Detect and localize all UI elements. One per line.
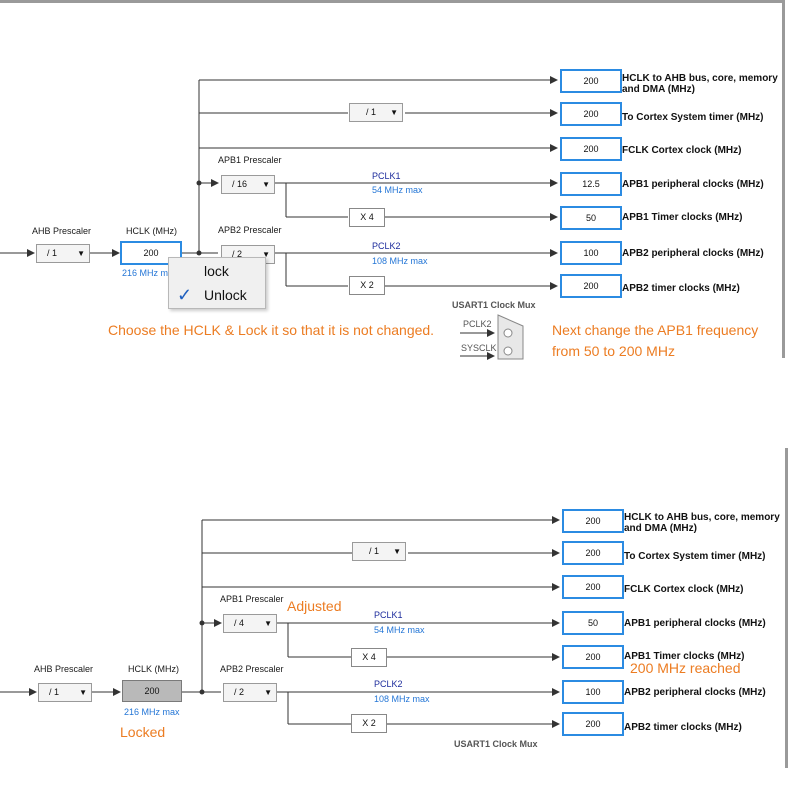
apb1-peripheral-output-label: APB1 peripheral clocks (MHz) xyxy=(622,179,764,190)
hclk-label: HCLK (MHz) xyxy=(126,226,177,236)
hclk-ahb-output-label: HCLK to AHB bus, core, memory and DMA (M… xyxy=(624,512,780,534)
clock-config-panel-after: AHB Prescaler / 1 ▼ HCLK (MHz) 200 216 M… xyxy=(0,440,800,800)
unlock-menu-label: Unlock xyxy=(204,287,247,303)
apb2-timer-output[interactable]: 200 xyxy=(562,712,624,736)
chevron-down-icon: ▼ xyxy=(264,619,272,628)
usart1-mux-input-pclk2: PCLK2 xyxy=(463,319,492,329)
ahb-prescaler-select[interactable]: / 1 ▼ xyxy=(36,244,90,263)
ahb-prescaler-value: / 1 xyxy=(49,687,60,697)
hclk-input-locked[interactable]: 200 xyxy=(122,680,182,702)
apb2-timer-output[interactable]: 200 xyxy=(560,274,622,298)
cortex-divider-value: / 1 xyxy=(369,546,380,556)
fclk-output[interactable]: 200 xyxy=(560,137,622,161)
hclk-max-label: 216 MHz max xyxy=(124,707,180,717)
apb1-peripheral-output[interactable]: 50 xyxy=(562,611,624,635)
note-locked: Locked xyxy=(120,724,166,740)
hclk-ahb-output[interactable]: 200 xyxy=(562,509,624,533)
apb1-timer-output[interactable]: 50 xyxy=(560,206,622,230)
chevron-down-icon: ▼ xyxy=(77,249,85,258)
usart1-mux-selector[interactable] xyxy=(497,314,525,360)
pclk2-label: PCLK2 xyxy=(372,241,401,251)
note-next-change-line2: from 50 to 200 MHz xyxy=(552,343,675,359)
note-adjusted: Adjusted xyxy=(287,598,342,614)
cortex-timer-output[interactable]: 200 xyxy=(562,541,624,565)
apb1-prescaler-label: APB1 Prescaler xyxy=(218,155,282,165)
pclk2-max-label: 108 MHz max xyxy=(374,694,430,704)
apb2-prescaler-label: APB2 Prescaler xyxy=(220,664,284,674)
chevron-down-icon: ▼ xyxy=(264,688,272,697)
fclk-output-label: FCLK Cortex clock (MHz) xyxy=(622,145,742,156)
apb1-prescaler-value: / 4 xyxy=(234,618,245,628)
fclk-output-label: FCLK Cortex clock (MHz) xyxy=(624,584,744,595)
chevron-down-icon: ▼ xyxy=(262,180,270,189)
apb2-timer-output-label: APB2 timer clocks (MHz) xyxy=(622,283,740,294)
context-menu-item-lock[interactable]: lock xyxy=(169,259,265,283)
chevron-down-icon: ▼ xyxy=(393,547,401,556)
apb1-prescaler-label: APB1 Prescaler xyxy=(220,594,284,604)
usart1-mux-input-sysclk: SYSCLK xyxy=(461,343,497,353)
hclk-ahb-output[interactable]: 200 xyxy=(560,69,622,93)
apb1-peripheral-output-label: APB1 peripheral clocks (MHz) xyxy=(624,618,766,629)
apb2-timer-multiplier: X 2 xyxy=(351,714,387,733)
ahb-prescaler-label: AHB Prescaler xyxy=(32,226,92,236)
apb2-peripheral-output-label: APB2 peripheral clocks (MHz) xyxy=(622,248,764,259)
cortex-divider-value: / 1 xyxy=(366,107,377,117)
lock-menu-label: lock xyxy=(204,263,229,279)
context-menu-item-unlock[interactable]: ✓ Unlock xyxy=(169,283,265,307)
apb2-prescaler-select[interactable]: / 2 ▼ xyxy=(223,683,277,702)
usart1-mux-title: USART1 Clock Mux xyxy=(454,739,538,749)
apb1-timer-output[interactable]: 200 xyxy=(562,645,624,669)
apb1-peripheral-output[interactable]: 12.5 xyxy=(560,172,622,196)
hclk-label: HCLK (MHz) xyxy=(128,664,179,674)
apb1-timer-multiplier: X 4 xyxy=(351,648,387,667)
lock-context-menu: lock ✓ Unlock xyxy=(168,257,266,309)
pclk1-max-label: 54 MHz max xyxy=(374,625,425,635)
note-200mhz-reached: 200 MHz reached xyxy=(630,660,741,676)
apb2-prescaler-value: / 2 xyxy=(234,687,245,697)
pclk1-label: PCLK1 xyxy=(374,610,403,620)
cortex-timer-output[interactable]: 200 xyxy=(560,102,622,126)
cortex-timer-divider-select[interactable]: / 1 ▼ xyxy=(352,542,406,561)
apb1-timer-multiplier: X 4 xyxy=(349,208,385,227)
apb1-prescaler-select[interactable]: / 4 ▼ xyxy=(223,614,277,633)
pclk1-label: PCLK1 xyxy=(372,171,401,181)
apb1-prescaler-value: / 16 xyxy=(232,179,248,189)
ahb-prescaler-label: AHB Prescaler xyxy=(34,664,94,674)
apb1-timer-output-label: APB1 Timer clocks (MHz) xyxy=(622,212,743,223)
apb2-peripheral-output-label: APB2 peripheral clocks (MHz) xyxy=(624,687,766,698)
apb2-prescaler-label: APB2 Prescaler xyxy=(218,225,282,235)
apb1-prescaler-select[interactable]: / 16 ▼ xyxy=(221,175,275,194)
apb2-timer-multiplier: X 2 xyxy=(349,276,385,295)
note-choose-hclk: Choose the HCLK & Lock it so that it is … xyxy=(108,322,435,338)
apb2-timer-output-label: APB2 timer clocks (MHz) xyxy=(624,722,742,733)
cortex-timer-divider-select[interactable]: / 1 ▼ xyxy=(349,103,403,122)
usart1-mux-title: USART1 Clock Mux xyxy=(452,300,536,310)
clock-config-panel-before: AHB Prescaler / 1 ▼ HCLK (MHz) 200 216 M… xyxy=(0,0,800,360)
cortex-timer-output-label: To Cortex System timer (MHz) xyxy=(624,551,766,562)
checkmark-icon: ✓ xyxy=(177,285,193,305)
pclk2-max-label: 108 MHz max xyxy=(372,256,428,266)
note-next-change-line1: Next change the APB1 frequency xyxy=(552,322,759,338)
apb2-peripheral-output[interactable]: 100 xyxy=(562,680,624,704)
chevron-down-icon: ▼ xyxy=(390,108,398,117)
ahb-prescaler-value: / 1 xyxy=(47,248,58,258)
apb2-peripheral-output[interactable]: 100 xyxy=(560,241,622,265)
fclk-output[interactable]: 200 xyxy=(562,575,624,599)
hclk-ahb-output-label: HCLK to AHB bus, core, memory and DMA (M… xyxy=(622,73,778,95)
chevron-down-icon: ▼ xyxy=(79,688,87,697)
pclk1-max-label: 54 MHz max xyxy=(372,185,423,195)
cortex-timer-output-label: To Cortex System timer (MHz) xyxy=(622,112,764,123)
ahb-prescaler-select[interactable]: / 1 ▼ xyxy=(38,683,92,702)
pclk2-label: PCLK2 xyxy=(374,679,403,689)
